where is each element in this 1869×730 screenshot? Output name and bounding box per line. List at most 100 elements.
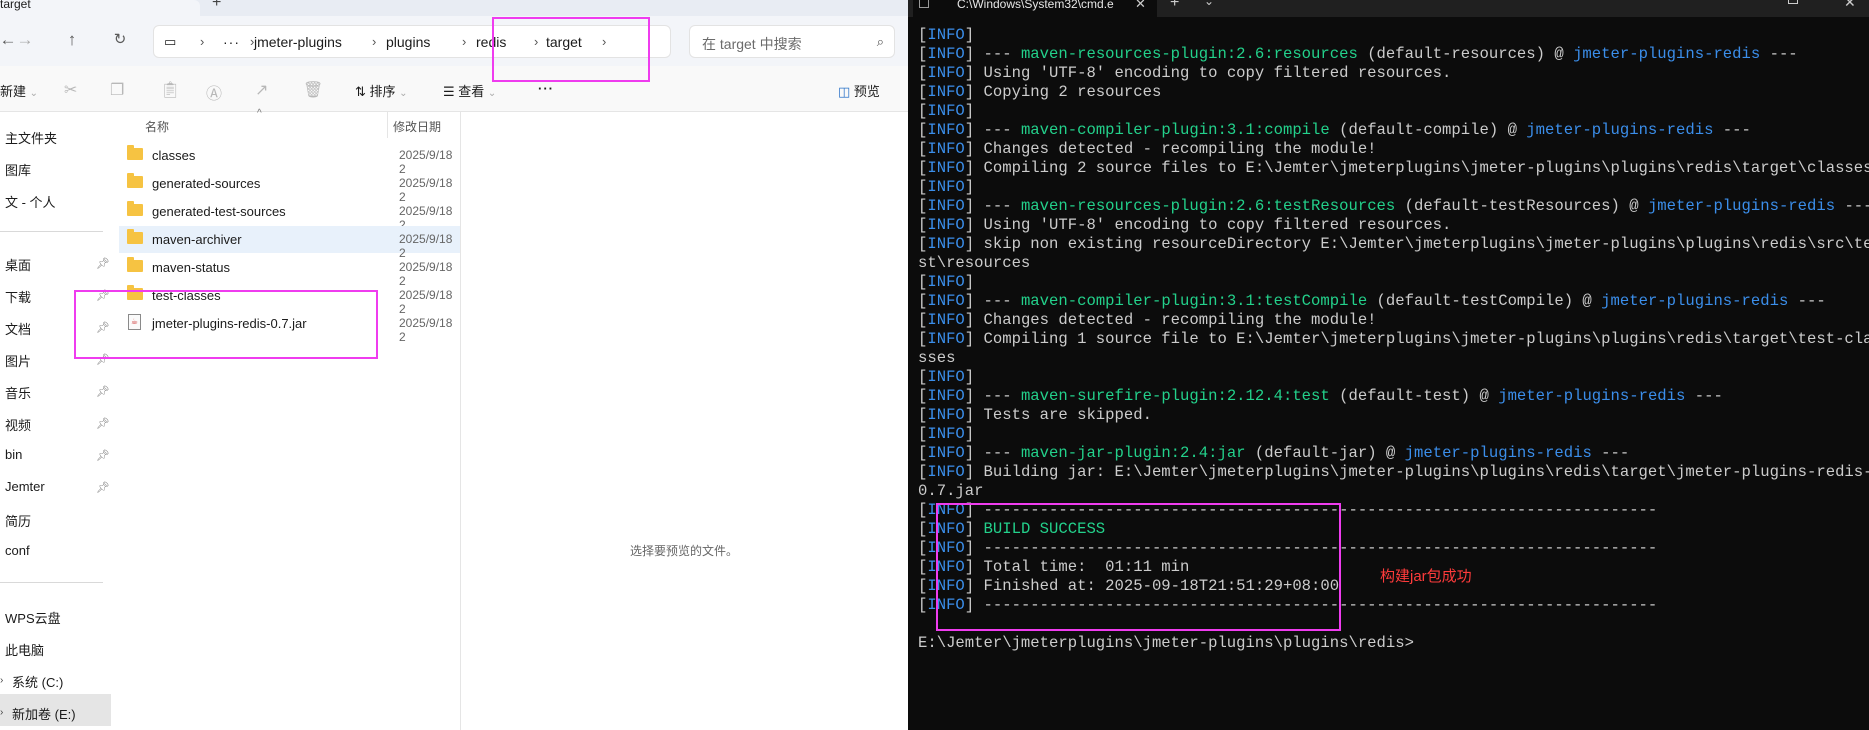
log-level: INFO <box>927 368 965 386</box>
sidebar-item[interactable]: 简历 <box>5 511 31 530</box>
refresh-icon[interactable]: ↻ <box>110 30 130 48</box>
rename-icon[interactable]: Ⓐ <box>206 80 222 104</box>
explorer-tab[interactable]: target <box>0 0 200 16</box>
close-tab-icon[interactable]: ✕ <box>1135 0 1146 12</box>
file-explorer-window: target + ← → ↑ ↻ ▭ › ··· › jmeter-plugin… <box>0 0 908 730</box>
address-bar[interactable]: ▭ › ··· › jmeter-plugins › plugins › redis › t… <box>153 25 671 58</box>
chevron-right-icon[interactable]: › <box>462 34 466 49</box>
sidebar-item[interactable]: Jemter <box>5 479 45 494</box>
sidebar-item[interactable]: 图片 <box>5 351 31 370</box>
log-level: INFO <box>927 292 965 310</box>
log-text: [ <box>918 387 928 405</box>
log-level: INFO <box>927 216 965 234</box>
log-text: --- <box>1835 197 1869 215</box>
log-text: --- <box>1591 444 1630 462</box>
more-options-button[interactable]: ··· <box>538 81 554 96</box>
column-name-header[interactable]: 名称 <box>145 118 169 135</box>
sidebar-item[interactable]: bin <box>5 447 22 462</box>
view-label: 查看 <box>458 84 485 99</box>
breadcrumb-item[interactable]: plugins <box>386 34 430 50</box>
file-row[interactable]: maven-archiver 2025/9/18 2 <box>119 226 460 260</box>
pin-icon: 📌︎ <box>96 290 110 302</box>
preview-pane-button[interactable]: ◫ 预览 <box>838 81 880 100</box>
close-window-icon[interactable]: ✕ <box>1844 0 1856 11</box>
breadcrumb-item[interactable]: redis <box>476 34 506 50</box>
sidebar-item[interactable]: WPS云盘 <box>5 608 61 627</box>
log-text: (default-compile) @ <box>1329 121 1527 139</box>
terminal-tab-title: C:\Windows\System32\cmd.e <box>957 0 1114 11</box>
cut-icon[interactable]: ✂ <box>64 80 77 100</box>
monitor-icon: ▭ <box>164 34 177 49</box>
delete-icon[interactable]: 🗑︎ <box>303 80 323 100</box>
breadcrumb-item[interactable]: target <box>546 34 582 50</box>
column-divider[interactable] <box>387 112 388 138</box>
copy-icon[interactable]: ❐ <box>110 80 124 100</box>
log-text: (default-testCompile) @ <box>1367 292 1602 310</box>
search-input[interactable]: 在 target 中搜索 ⌕ <box>689 25 895 58</box>
file-row[interactable]: maven-status 2025/9/18 2 <box>119 254 460 288</box>
sidebar-item[interactable]: 此电脑 <box>5 640 44 659</box>
file-row[interactable]: ☕ jmeter-plugins-redis-0.7.jar 2025/9/18 2 <box>119 310 460 344</box>
new-button-label: 新建 <box>0 84 27 99</box>
terminal-output[interactable]: [INFO] [INFO] --- maven-resources-plugin:… <box>918 26 1869 653</box>
share-icon[interactable]: ↗ <box>255 80 268 100</box>
artifact-name: jmeter-plugins-redis <box>1601 292 1789 310</box>
new-tab-plus-icon[interactable]: + <box>1170 0 1179 12</box>
log-text: [ <box>918 45 928 63</box>
sidebar-item[interactable]: 文档 <box>5 319 31 338</box>
new-tab-plus-icon[interactable]: + <box>212 0 221 12</box>
sidebar-item[interactable]: 新加卷 (E:) <box>12 704 76 723</box>
sort-button[interactable]: ⇅ 排序 ⌄ <box>355 81 408 100</box>
sidebar-item[interactable]: 音乐 <box>5 383 31 402</box>
sidebar-item[interactable]: 图库 <box>5 160 31 179</box>
sidebar-item[interactable]: 下载 <box>5 287 31 306</box>
log-text: [ <box>918 368 928 386</box>
chevron-right-icon[interactable]: › <box>602 34 606 49</box>
file-name: jmeter-plugins-redis-0.7.jar <box>152 316 307 331</box>
terminal-line: [INFO] Tests are skipped. <box>918 406 1869 425</box>
log-text: --- <box>1685 387 1723 405</box>
sidebar-item[interactable]: conf <box>5 543 30 558</box>
sidebar-item[interactable]: 系统 (C:) <box>12 672 63 691</box>
log-level: INFO <box>927 330 965 348</box>
terminal-line: [INFO] <box>918 425 1869 444</box>
column-date-header[interactable]: 修改日期 <box>393 118 441 135</box>
terminal-line: [INFO] Using 'UTF-8' encoding to copy fi… <box>918 216 1869 235</box>
chevron-right-icon[interactable]: › <box>0 675 3 686</box>
file-row[interactable]: generated-sources 2025/9/18 2 <box>119 170 460 204</box>
sidebar-item[interactable]: 桌面 <box>5 255 31 274</box>
log-level: INFO <box>927 83 965 101</box>
file-row[interactable]: generated-test-sources 2025/9/18 2 <box>119 198 460 232</box>
pin-icon: 📌︎ <box>96 354 110 366</box>
maximize-icon[interactable] <box>1788 0 1798 4</box>
search-placeholder: 在 target 中搜索 <box>702 36 802 52</box>
log-level: INFO <box>927 235 965 253</box>
jar-file-icon: ☕ <box>128 314 141 330</box>
chevron-down-icon[interactable]: ⌄ <box>1204 0 1214 8</box>
sidebar-item[interactable]: 视频 <box>5 415 31 434</box>
chevron-right-icon[interactable]: › <box>534 34 538 49</box>
sidebar-divider <box>0 582 103 583</box>
view-button[interactable]: ☰ 查看 ⌄ <box>443 81 496 100</box>
log-text: [ <box>918 330 928 348</box>
new-button[interactable]: 新建 ⌄ <box>0 81 38 100</box>
sidebar-item[interactable]: 主文件夹 <box>5 128 57 147</box>
file-row[interactable]: classes 2025/9/18 2 <box>119 142 460 176</box>
log-text: ] <box>964 102 975 120</box>
log-text: --- <box>1788 292 1826 310</box>
forward-arrow-icon[interactable]: → <box>15 30 35 50</box>
paste-icon[interactable]: 📋︎ <box>160 80 180 100</box>
log-level: INFO <box>927 178 965 196</box>
ellipsis-icon[interactable]: ··· <box>223 34 240 50</box>
chevron-right-icon[interactable]: › <box>0 707 3 718</box>
log-level: INFO <box>927 64 965 82</box>
chevron-right-icon[interactable]: › <box>372 34 376 49</box>
file-row[interactable]: test-classes 2025/9/18 2 <box>119 282 460 316</box>
log-text: (default-test) @ <box>1329 387 1499 405</box>
log-text: [ <box>918 235 928 253</box>
up-arrow-icon[interactable]: ↑ <box>62 30 82 50</box>
breadcrumb-item[interactable]: jmeter-plugins <box>254 34 342 50</box>
terminal-tab[interactable]: C:\Windows\System32\cmd.e ✕ <box>913 0 1157 17</box>
sidebar-item[interactable]: 文 - 个人 <box>5 192 56 211</box>
log-text: ] --- <box>964 387 1021 405</box>
